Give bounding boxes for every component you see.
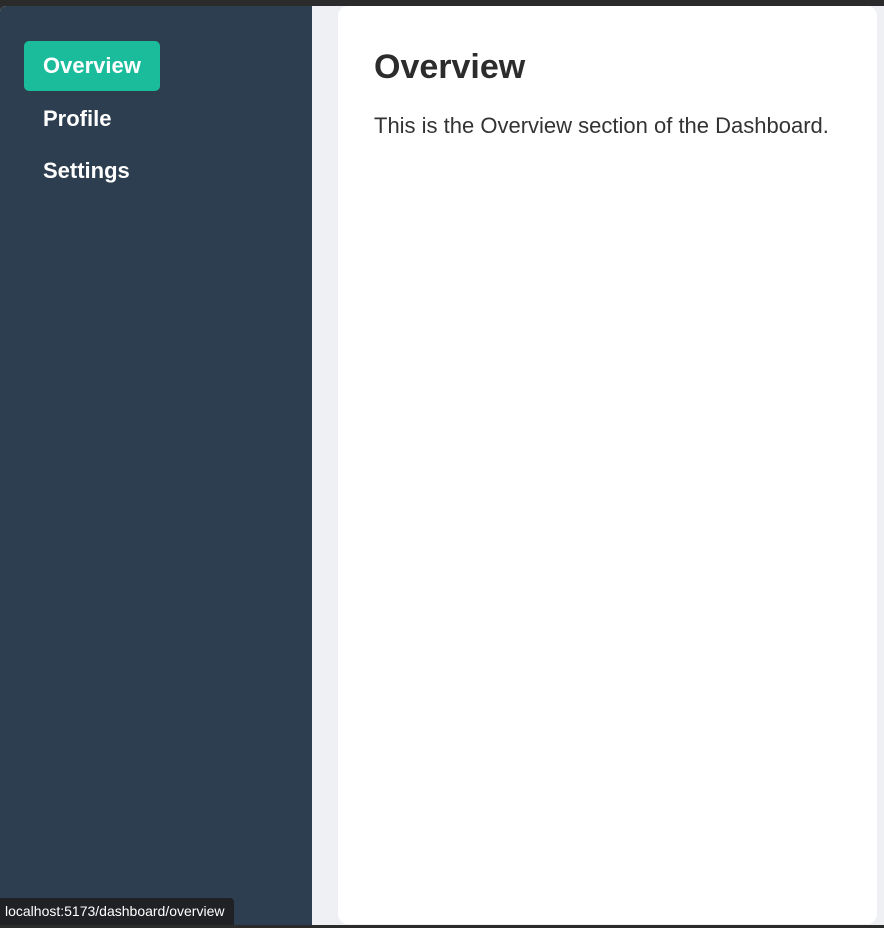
app-window: Overview Profile Settings Overview This … [0, 6, 884, 926]
sidebar: Overview Profile Settings [0, 6, 312, 926]
status-bar-url: localhost:5173/dashboard/overview [0, 898, 235, 925]
content-panel: Overview This is the Overview section of… [338, 6, 877, 924]
sidebar-item-settings[interactable]: Settings [24, 146, 149, 196]
page-title: Overview [374, 48, 526, 86]
page-description: This is the Overview section of the Dash… [374, 113, 829, 138]
sidebar-item-profile[interactable]: Profile [24, 94, 130, 144]
sidebar-item-overview[interactable]: Overview [24, 41, 160, 91]
